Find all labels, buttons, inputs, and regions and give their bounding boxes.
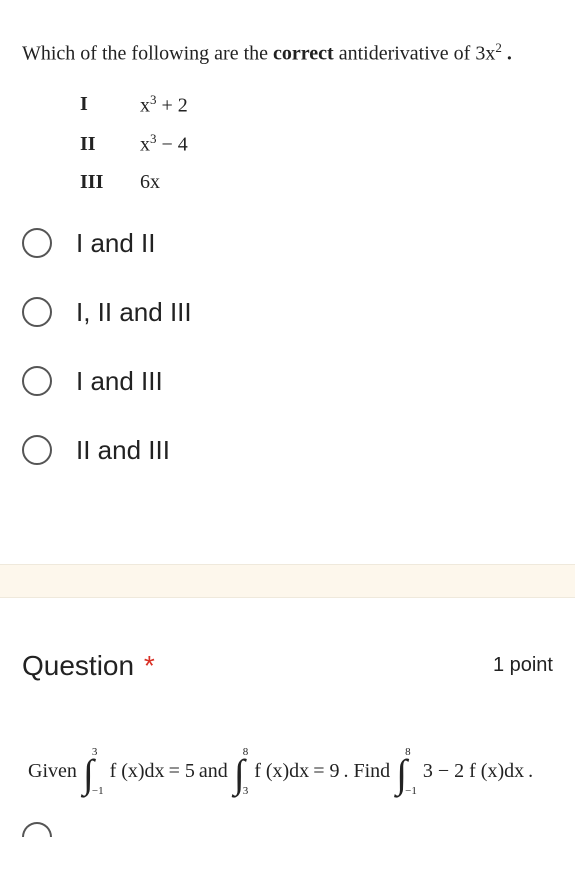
section-divider — [0, 564, 575, 598]
q2-points: 1 point — [493, 654, 553, 677]
question-1-block: Which of the following are the correct a… — [0, 0, 575, 564]
option-II-expr: x3 − 4 — [140, 131, 188, 157]
q2-stem: Given ∫ 3 −1 f (x)dx = 5 and ∫ 8 3 f (x)… — [22, 752, 553, 792]
period-dot: . — [507, 43, 512, 65]
radio-circle-icon — [22, 366, 52, 396]
option-III-row: III 6x — [80, 171, 553, 194]
q1-radio-list: I and II I, II and III I and III II and … — [22, 228, 553, 466]
radio-option-a[interactable]: I and II — [22, 228, 553, 259]
q1-stem-expr-base: 3x — [475, 43, 495, 65]
q2-title: Question * — [22, 650, 155, 682]
int1-eq: = 5 — [169, 760, 195, 783]
option-I-num: I — [80, 93, 140, 116]
option-I-expr: x3 + 2 — [140, 92, 188, 118]
required-marker: * — [144, 650, 155, 681]
radio-label-d: II and III — [76, 435, 170, 466]
q2-header: Question * 1 point — [22, 650, 553, 682]
question-2-block: Question * 1 point Given ∫ 3 −1 f (x)dx … — [0, 598, 575, 822]
radio-circle-icon — [22, 435, 52, 465]
q1-stem-bold: correct — [273, 43, 334, 65]
option-II-row: II x3 − 4 — [80, 131, 553, 157]
radio-partial-cutoff — [0, 822, 575, 847]
radio-option-c[interactable]: I and III — [22, 366, 553, 397]
radio-label-a: I and II — [76, 228, 156, 259]
option-III-num: III — [80, 171, 140, 194]
radio-label-b: I, II and III — [76, 297, 192, 328]
radio-circle-icon — [22, 297, 52, 327]
q1-stem-expr-exp: 2 — [495, 40, 502, 55]
q2-and: and — [199, 760, 228, 783]
int2-eq: = 9 — [313, 760, 339, 783]
radio-option-d[interactable]: II and III — [22, 435, 553, 466]
int2-body: f (x)dx — [254, 760, 309, 783]
int3-eq: . — [528, 760, 533, 783]
integral-1: ∫ 3 −1 — [83, 752, 104, 792]
integral-2: ∫ 8 3 — [234, 752, 248, 792]
radio-circle-icon — [22, 228, 52, 258]
q1-option-table: I x3 + 2 II x3 − 4 III 6x — [80, 92, 553, 194]
integral-3: ∫ 8 −1 — [396, 752, 417, 792]
radio-label-c: I and III — [76, 366, 163, 397]
radio-circle-icon — [22, 822, 52, 837]
radio-option-b[interactable]: I, II and III — [22, 297, 553, 328]
option-II-num: II — [80, 133, 140, 156]
int1-body: f (x)dx — [110, 760, 165, 783]
q2-given: Given — [28, 760, 77, 783]
q2-find: . Find — [343, 760, 390, 783]
q1-stem-pre: Which of the following are the — [22, 43, 273, 65]
option-III-expr: 6x — [140, 171, 160, 194]
int3-body: 3 − 2 f (x)dx — [423, 760, 524, 783]
option-I-row: I x3 + 2 — [80, 92, 553, 118]
q1-stem: Which of the following are the correct a… — [22, 40, 553, 66]
q1-stem-post: antiderivative of — [334, 43, 476, 65]
